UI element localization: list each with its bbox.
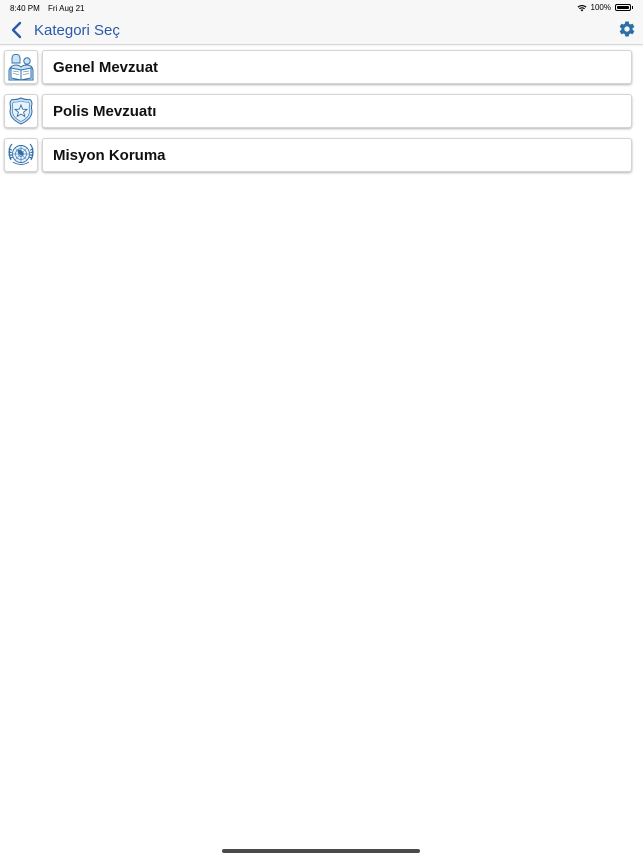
- battery-level: [617, 6, 629, 9]
- navigation-bar: Kategori Seç: [0, 16, 643, 45]
- category-list: Genel Mevzuat Polis Mevzuatı Misyon Koru…: [4, 50, 632, 182]
- status-bar: 8:40 PM Fri Aug 21 100%: [0, 0, 643, 16]
- battery-percent: 100%: [590, 3, 611, 12]
- category-row-genel-mevzuat[interactable]: Genel Mevzuat: [4, 50, 632, 86]
- category-row-polis-mevzuati[interactable]: Polis Mevzuatı: [4, 94, 632, 130]
- gear-icon[interactable]: [618, 20, 636, 38]
- battery-icon: [615, 4, 631, 11]
- page-title: Kategori Seç: [34, 21, 120, 39]
- category-label: Polis Mevzuatı: [53, 102, 157, 120]
- category-button[interactable]: Polis Mevzuatı: [42, 94, 632, 128]
- status-date: Fri Aug 21: [48, 4, 85, 13]
- back-button[interactable]: Kategori Seç: [8, 18, 120, 42]
- category-row-misyon-koruma[interactable]: Misyon Koruma: [4, 138, 632, 174]
- police-badge-star-icon: [9, 97, 33, 125]
- home-indicator[interactable]: [222, 849, 420, 853]
- category-button[interactable]: Misyon Koruma: [42, 138, 632, 172]
- screen: 8:40 PM Fri Aug 21 100% Kategori Seç Gen…: [0, 0, 643, 858]
- united-nations-emblem-icon: [8, 143, 34, 165]
- category-icon-box: [4, 94, 38, 128]
- wifi-icon: [577, 4, 587, 11]
- category-label: Genel Mevzuat: [53, 58, 159, 76]
- status-indicators: 100%: [577, 3, 633, 12]
- status-time: 8:40 PM: [10, 4, 40, 13]
- battery-tip: [632, 6, 633, 9]
- chevron-left-icon: [11, 21, 22, 39]
- category-button[interactable]: Genel Mevzuat: [42, 50, 632, 84]
- category-icon-box: [4, 50, 38, 84]
- category-icon-box: [4, 138, 38, 172]
- people-reading-book-icon: [8, 54, 34, 81]
- category-label: Misyon Koruma: [53, 146, 166, 164]
